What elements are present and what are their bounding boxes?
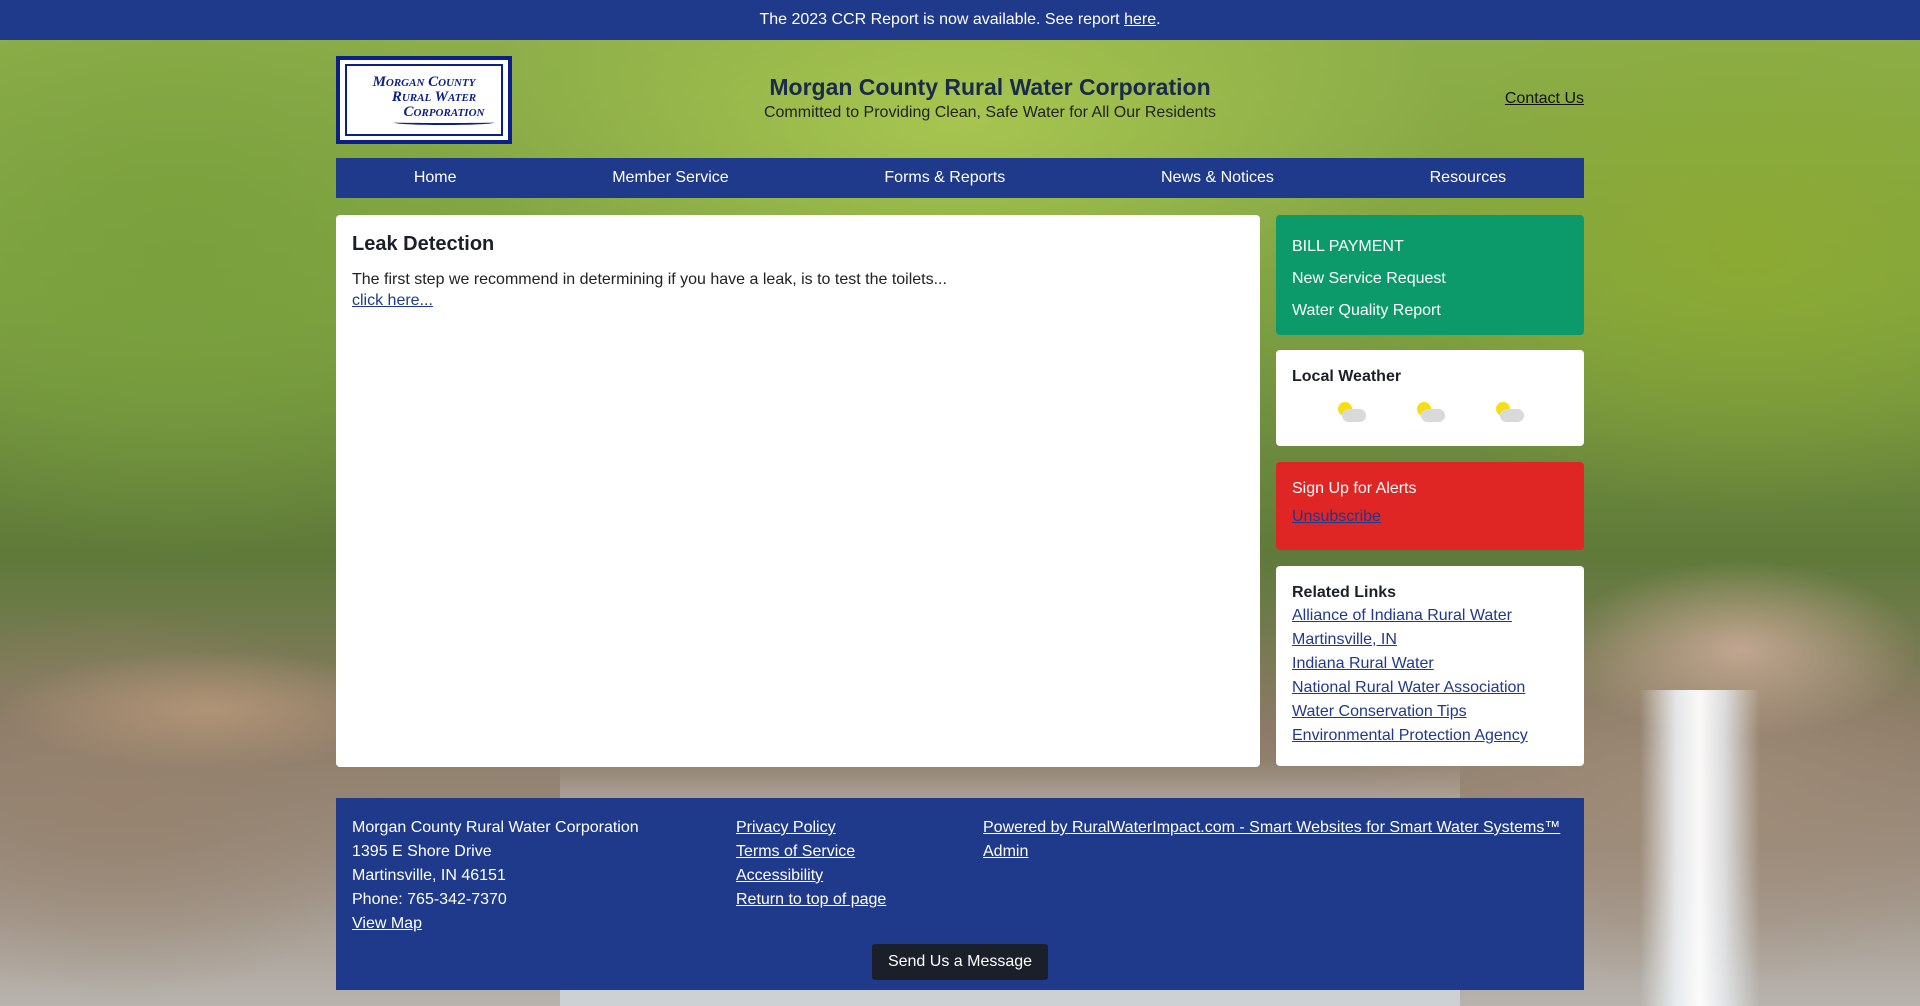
accessibility-link[interactable]: Accessibility: [736, 864, 886, 888]
footer-links: Privacy Policy Terms of Service Accessib…: [736, 816, 886, 912]
site-tagline: Committed to Providing Clean, Safe Water…: [763, 104, 1217, 121]
related-link[interactable]: Martinsville, IN: [1292, 628, 1568, 652]
related-link[interactable]: Indiana Rural Water: [1292, 652, 1568, 676]
site-header: Morgan County Rural Water Corporation Mo…: [336, 52, 1584, 148]
bill-payment-link[interactable]: BILL PAYMENT: [1292, 231, 1568, 263]
partly-cloudy-icon: [1494, 402, 1524, 424]
site-footer: Morgan County Rural Water Corporation 13…: [336, 798, 1584, 990]
related-link[interactable]: National Rural Water Association: [1292, 676, 1568, 700]
related-link[interactable]: Alliance of Indiana Rural Water: [1292, 604, 1568, 628]
send-message-button[interactable]: Send Us a Message: [872, 944, 1048, 980]
announcement-suffix: .: [1156, 11, 1161, 28]
footer-address: Morgan County Rural Water Corporation 13…: [352, 816, 639, 936]
logo-line: Morgan County: [372, 74, 476, 90]
contact-us-link[interactable]: Contact Us: [1505, 90, 1584, 108]
footer-city: Martinsville, IN 46151: [352, 867, 506, 884]
partly-cloudy-icon: [1336, 402, 1367, 424]
logo-line: Rural Water: [391, 89, 477, 105]
site-logo[interactable]: Morgan County Rural Water Corporation: [336, 56, 512, 144]
announcement-bar: The 2023 CCR Report is now available. Se…: [0, 0, 1920, 40]
logo-line: Corporation: [403, 104, 485, 120]
page-title: Leak Detection: [352, 233, 495, 255]
nav-item-resources[interactable]: Resources: [1430, 169, 1506, 187]
footer-credits: Powered by RuralWaterImpact.com - Smart …: [983, 816, 1560, 864]
unsubscribe-link[interactable]: Unsubscribe: [1292, 508, 1568, 526]
weather-forecast: [1292, 402, 1568, 424]
logo-lettering: Morgan County Rural Water Corporation: [345, 64, 503, 136]
quick-links-panel: BILL PAYMENT New Service Request Water Q…: [1276, 215, 1584, 335]
related-links-panel: Related Links Alliance of Indiana Rural …: [1276, 566, 1584, 766]
alerts-panel: Sign Up for Alerts Unsubscribe: [1276, 462, 1584, 550]
alerts-signup-link[interactable]: Sign Up for Alerts: [1292, 480, 1568, 498]
waterfall-shape: [1640, 690, 1760, 1006]
weather-title: Local Weather: [1292, 368, 1402, 385]
related-links-title: Related Links: [1292, 584, 1397, 601]
footer-org-name: Morgan County Rural Water Corporation: [352, 819, 639, 836]
powered-by-link[interactable]: Powered by RuralWaterImpact.com - Smart …: [983, 816, 1560, 840]
related-link[interactable]: Environmental Protection Agency: [1292, 724, 1568, 748]
nav-item-member-service[interactable]: Member Service: [612, 169, 728, 187]
footer-street: 1395 E Shore Drive: [352, 843, 492, 860]
water-quality-report-link[interactable]: Water Quality Report: [1292, 295, 1568, 327]
main-nav: Home Member Service Forms & Reports News…: [336, 158, 1584, 198]
admin-link[interactable]: Admin: [983, 840, 1560, 864]
return-to-top-link[interactable]: Return to top of page: [736, 888, 886, 912]
wave-icon: [394, 120, 494, 125]
view-map-link[interactable]: View Map: [352, 912, 639, 936]
nav-item-news-notices[interactable]: News & Notices: [1161, 169, 1274, 187]
article-text: The first step we recommend in determini…: [352, 271, 947, 288]
announcement-text: The 2023 CCR Report is now available. Se…: [759, 11, 1120, 28]
weather-panel: Local Weather: [1276, 350, 1584, 446]
privacy-policy-link[interactable]: Privacy Policy: [736, 816, 886, 840]
read-more-link[interactable]: click here...: [352, 292, 433, 309]
nav-item-forms-reports[interactable]: Forms & Reports: [884, 169, 1005, 187]
main-content: Leak Detection The first step we recomme…: [336, 215, 1260, 767]
footer-phone: Phone: 765-342-7370: [352, 891, 507, 908]
site-name: Morgan County Rural Water Corporation: [769, 74, 1211, 100]
nav-item-home[interactable]: Home: [414, 169, 457, 187]
new-service-request-link[interactable]: New Service Request: [1292, 263, 1568, 295]
terms-of-service-link[interactable]: Terms of Service: [736, 840, 886, 864]
site-title: Morgan County Rural Water Corporation Co…: [636, 74, 1344, 122]
partly-cloudy-icon: [1415, 402, 1445, 424]
announcement-link[interactable]: here: [1124, 11, 1156, 29]
related-link[interactable]: Water Conservation Tips: [1292, 700, 1568, 724]
